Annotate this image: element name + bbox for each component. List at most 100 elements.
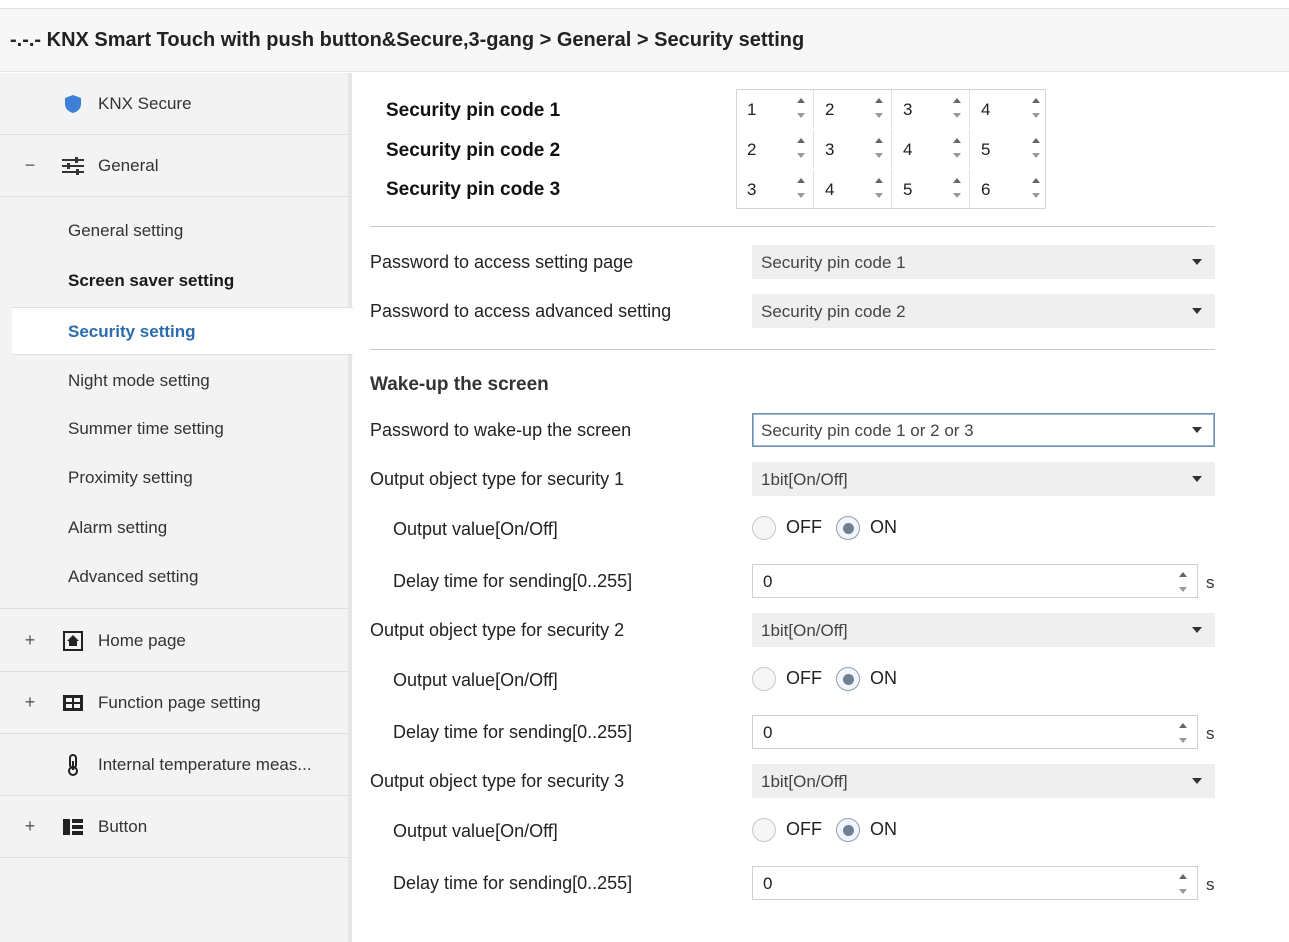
spinner-icon[interactable] bbox=[875, 177, 883, 199]
sidebar-item-internal-temperature[interactable]: Internal temperature meas... bbox=[0, 734, 349, 796]
expand-toggle[interactable]: + bbox=[24, 630, 36, 651]
sidebar-item-home-page[interactable]: + Home page bbox=[0, 610, 349, 672]
spinner-icon[interactable] bbox=[953, 97, 961, 119]
output-type-1-dropdown[interactable]: 1bit[On/Off] bbox=[752, 462, 1215, 496]
sidebar-item-function-page-setting[interactable]: + Function page setting bbox=[0, 672, 349, 734]
pin-2-digit-1[interactable]: 2 bbox=[737, 130, 814, 168]
radio-off[interactable] bbox=[752, 516, 776, 540]
pin-2-digit-3[interactable]: 4 bbox=[893, 130, 970, 168]
pin-3-digit-3[interactable]: 5 bbox=[893, 170, 970, 208]
sidebar-item-label: Summer time setting bbox=[68, 419, 224, 438]
radio-on[interactable] bbox=[836, 818, 860, 842]
sidebar: KNX Secure − General General setting Scr… bbox=[0, 73, 353, 942]
spinner-icon[interactable] bbox=[797, 177, 805, 199]
home-icon bbox=[60, 630, 86, 652]
sidebar-item-general[interactable]: − General bbox=[0, 135, 349, 197]
dropdown-value: Security pin code 2 bbox=[761, 302, 906, 321]
chevron-down-icon bbox=[1192, 308, 1202, 314]
access-setting-page-dropdown[interactable]: Security pin code 1 bbox=[752, 245, 1215, 279]
pin-2-digit-2[interactable]: 3 bbox=[815, 130, 892, 168]
delay-1-input[interactable]: 0 bbox=[752, 564, 1198, 598]
digit-value: 5 bbox=[903, 180, 913, 199]
chevron-down-icon bbox=[1192, 476, 1202, 482]
radio-off[interactable] bbox=[752, 818, 776, 842]
spinner-icon[interactable] bbox=[1179, 722, 1187, 744]
delay-2-input[interactable]: 0 bbox=[752, 715, 1198, 749]
sidebar-item-label: General setting bbox=[68, 221, 184, 240]
pin-code-grid: 1 2 3 4 2 3 4 5 3 4 5 6 bbox=[736, 89, 1046, 209]
spinner-icon[interactable] bbox=[953, 137, 961, 159]
sidebar-item-label: Proximity setting bbox=[68, 468, 193, 487]
radio-off-label: OFF bbox=[786, 517, 822, 537]
spinner-icon[interactable] bbox=[1179, 571, 1187, 593]
sidebar-item-label: KNX Secure bbox=[98, 93, 192, 113]
output-value-3-radio-group: OFF ON bbox=[752, 816, 952, 846]
output-value-2-label: Output value[On/Off] bbox=[393, 670, 558, 690]
radio-on[interactable] bbox=[836, 667, 860, 691]
sidebar-item-label: Button bbox=[98, 816, 148, 836]
input-value: 0 bbox=[763, 572, 773, 591]
spinner-icon[interactable] bbox=[1032, 97, 1040, 119]
sidebar-item-summer-time-setting[interactable]: Summer time setting bbox=[0, 419, 349, 459]
access-setting-page-label: Password to access setting page bbox=[370, 252, 634, 272]
pin-code-1-label: Security pin code 1 bbox=[386, 100, 561, 121]
delay-2-unit: s bbox=[1206, 724, 1215, 743]
pin-2-digit-4[interactable]: 5 bbox=[971, 130, 1048, 168]
spinner-icon[interactable] bbox=[953, 177, 961, 199]
sidebar-item-label: Screen saver setting bbox=[68, 271, 235, 290]
pin-code-2-label: Security pin code 2 bbox=[386, 140, 561, 161]
radio-on[interactable] bbox=[836, 516, 860, 540]
access-advanced-dropdown[interactable]: Security pin code 2 bbox=[752, 294, 1215, 328]
digit-value: 1 bbox=[747, 100, 757, 119]
sidebar-item-security-setting[interactable]: Security setting bbox=[12, 307, 353, 355]
output-value-1-label: Output value[On/Off] bbox=[393, 519, 558, 539]
wake-password-dropdown[interactable]: Security pin code 1 or 2 or 3 bbox=[752, 413, 1215, 447]
pin-1-digit-4[interactable]: 4 bbox=[971, 90, 1048, 128]
expand-toggle[interactable]: + bbox=[24, 816, 36, 837]
pin-1-digit-1[interactable]: 1 bbox=[737, 90, 814, 128]
chevron-down-icon bbox=[1192, 427, 1202, 433]
radio-off[interactable] bbox=[752, 667, 776, 691]
spinner-icon[interactable] bbox=[797, 137, 805, 159]
sidebar-item-label: Security setting bbox=[68, 322, 196, 341]
delay-3-label: Delay time for sending[0..255] bbox=[393, 873, 633, 893]
expand-toggle[interactable]: + bbox=[24, 692, 36, 713]
sidebar-item-proximity-setting[interactable]: Proximity setting bbox=[0, 468, 349, 509]
sidebar-item-night-mode-setting[interactable]: Night mode setting bbox=[0, 369, 349, 409]
breadcrumb: -.-.- KNX Smart Touch with push button&S… bbox=[10, 29, 805, 51]
radio-off-label: OFF bbox=[786, 819, 822, 839]
dropdown-value: 1bit[On/Off] bbox=[761, 621, 848, 640]
digit-value: 5 bbox=[981, 140, 991, 159]
pin-3-digit-2[interactable]: 4 bbox=[815, 170, 892, 208]
output-value-1-radio-group: OFF ON bbox=[752, 514, 952, 544]
spinner-icon[interactable] bbox=[797, 97, 805, 119]
sidebar-item-advanced-setting[interactable]: Advanced setting bbox=[0, 567, 349, 609]
sidebar-item-general-setting[interactable]: General setting bbox=[0, 219, 349, 263]
spinner-icon[interactable] bbox=[1032, 137, 1040, 159]
sidebar-item-button[interactable]: + Button bbox=[0, 796, 349, 858]
access-advanced-label: Password to access advanced setting bbox=[370, 301, 672, 321]
delay-3-input[interactable]: 0 bbox=[752, 866, 1198, 900]
sidebar-item-alarm-setting[interactable]: Alarm setting bbox=[0, 518, 349, 558]
delay-1-unit: s bbox=[1206, 573, 1215, 592]
sidebar-item-label: Home page bbox=[98, 630, 186, 650]
dropdown-value: 1bit[On/Off] bbox=[761, 772, 848, 791]
collapse-toggle[interactable]: − bbox=[24, 155, 36, 176]
delay-2-label: Delay time for sending[0..255] bbox=[393, 722, 633, 742]
spinner-icon[interactable] bbox=[875, 97, 883, 119]
spinner-icon[interactable] bbox=[1179, 873, 1187, 895]
pin-1-digit-3[interactable]: 3 bbox=[893, 90, 970, 128]
dropdown-value: 1bit[On/Off] bbox=[761, 470, 848, 489]
sidebar-item-label: Internal temperature meas... bbox=[98, 754, 312, 774]
spinner-icon[interactable] bbox=[875, 137, 883, 159]
pin-3-digit-1[interactable]: 3 bbox=[737, 170, 814, 208]
output-type-3-dropdown[interactable]: 1bit[On/Off] bbox=[752, 764, 1215, 798]
spinner-icon[interactable] bbox=[1032, 177, 1040, 199]
output-type-2-dropdown[interactable]: 1bit[On/Off] bbox=[752, 613, 1215, 647]
pin-1-digit-2[interactable]: 2 bbox=[815, 90, 892, 128]
pin-3-digit-4[interactable]: 6 bbox=[971, 170, 1048, 208]
button-icon bbox=[60, 816, 86, 838]
sidebar-item-knx-secure[interactable]: KNX Secure bbox=[0, 73, 349, 135]
digit-value: 4 bbox=[981, 100, 991, 119]
section-title-wake-up: Wake-up the screen bbox=[370, 374, 549, 395]
